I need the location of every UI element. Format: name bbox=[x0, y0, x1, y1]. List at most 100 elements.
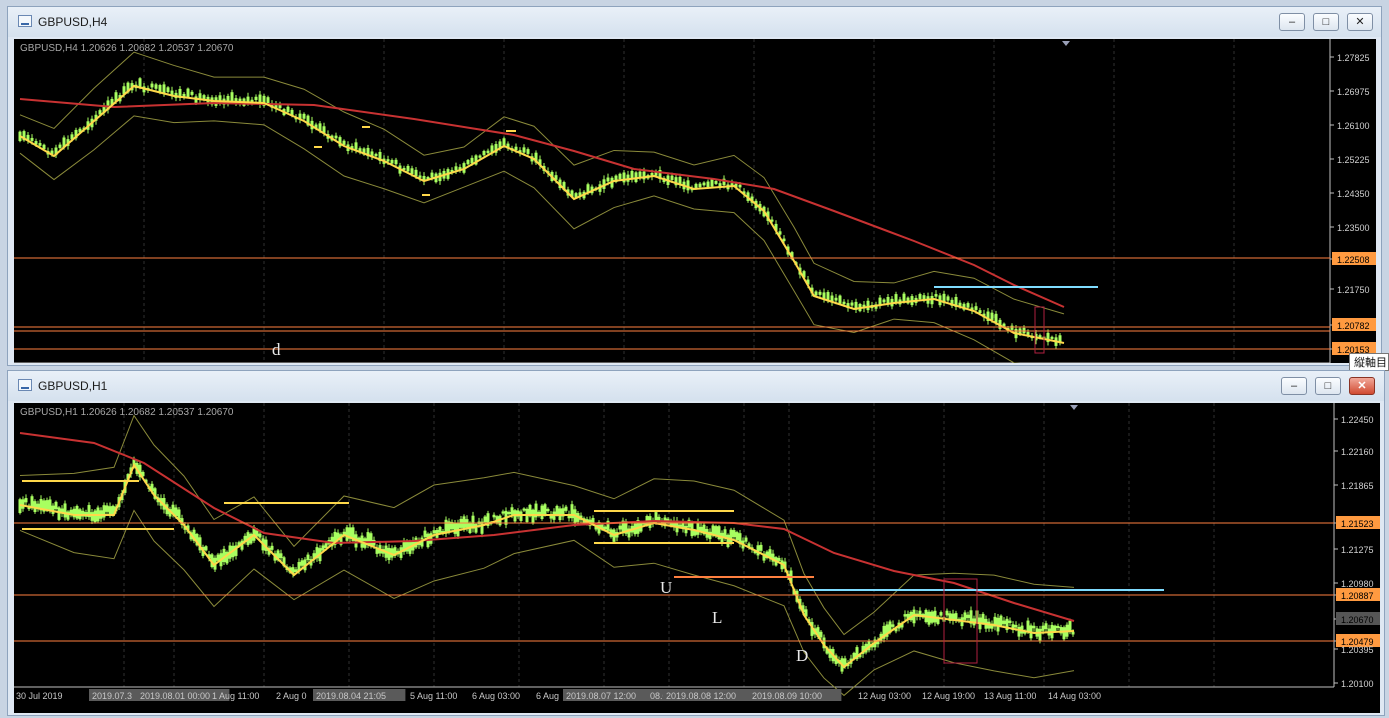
time-tick-label: 30 Jul 2019 bbox=[16, 691, 63, 701]
close-button[interactable]: ✕ bbox=[1349, 377, 1375, 395]
price-tick-label: 1.26975 bbox=[1337, 87, 1370, 97]
candle-body bbox=[966, 614, 970, 618]
candle-body bbox=[58, 144, 62, 148]
candle-body bbox=[934, 294, 938, 297]
h1-window-title: GBPUSD,H1 bbox=[38, 379, 108, 393]
chart-shift-marker bbox=[1062, 41, 1070, 46]
time-tick-label: 5 Aug 11:00 bbox=[410, 691, 457, 701]
candle-body bbox=[714, 181, 718, 184]
time-tick-label: 12 Aug 03:00 bbox=[858, 691, 911, 701]
candle-body bbox=[570, 504, 574, 519]
candle-body bbox=[423, 530, 427, 538]
candle-body bbox=[710, 179, 714, 187]
candle-body bbox=[963, 612, 967, 620]
h4-chart-area[interactable]: GBPUSD,H4 1.20626 1.20682 1.20537 1.2067… bbox=[14, 39, 1376, 363]
candle-body bbox=[514, 146, 518, 151]
candle-body bbox=[258, 533, 262, 538]
candle-body bbox=[75, 505, 79, 519]
candle-body bbox=[386, 159, 390, 162]
maximize-button[interactable]: □ bbox=[1315, 377, 1341, 395]
candle-body bbox=[474, 523, 478, 533]
bollinger-upper bbox=[19, 51, 1065, 315]
time-tick-label: 14 Aug 03:00 bbox=[1048, 691, 1101, 701]
candle-body bbox=[1026, 620, 1030, 632]
vertical-axis-tooltip: 縦軸目 bbox=[1349, 353, 1389, 371]
maximize-button[interactable]: □ bbox=[1313, 13, 1339, 31]
candle-body bbox=[345, 527, 349, 541]
h4-chart-window[interactable]: GBPUSD,H4 – □ ✕ GBPUSD,H4 1.20626 1.2068… bbox=[7, 6, 1382, 366]
h4-price-chart[interactable]: 1.27825 1.26975 1.26100 1.25225 1.24350 1.235… bbox=[14, 39, 1376, 363]
candle-body bbox=[1010, 325, 1014, 330]
price-tick-label: 1.24350 bbox=[1337, 189, 1370, 199]
candle-body bbox=[410, 168, 414, 175]
candle-body bbox=[842, 301, 846, 305]
time-tick-label: 6 Aug bbox=[536, 691, 559, 701]
candle-body bbox=[974, 306, 978, 310]
candle-body bbox=[994, 313, 998, 323]
candle-body bbox=[818, 291, 822, 295]
chart-shift-marker bbox=[1070, 405, 1078, 410]
candle-body bbox=[891, 624, 895, 627]
close-button[interactable]: ✕ bbox=[1347, 13, 1373, 31]
candle-body bbox=[1038, 628, 1042, 641]
minimize-button[interactable]: – bbox=[1281, 377, 1307, 395]
time-tick-label: 2019.08.09 10:00 bbox=[752, 691, 822, 701]
candle-body bbox=[946, 296, 950, 301]
time-tick-label: 12 Aug 19:00 bbox=[922, 691, 975, 701]
candle-body bbox=[279, 553, 283, 559]
bollinger-upper bbox=[19, 414, 1075, 636]
candle-body bbox=[510, 507, 514, 515]
price-tick-label: 1.27825 bbox=[1337, 53, 1370, 63]
candle-body bbox=[838, 295, 842, 304]
candle-body bbox=[744, 537, 748, 542]
candle-body bbox=[729, 529, 733, 544]
fast-moving-average bbox=[19, 462, 1075, 669]
h4-titlebar[interactable]: GBPUSD,H4 – □ ✕ bbox=[8, 7, 1381, 37]
candle-body bbox=[454, 166, 458, 171]
candle-body bbox=[1053, 625, 1057, 632]
h1-price-chart[interactable]: 1.22450 1.22160 1.21865 1.21523 1.21275 1.209… bbox=[14, 403, 1380, 713]
candle-body bbox=[324, 543, 328, 548]
h1-chart-window[interactable]: GBPUSD,H1 – □ ✕ GBPUSD,H1 1.20626 1.2068… bbox=[7, 370, 1385, 716]
candle-body bbox=[63, 503, 67, 518]
candle-body bbox=[702, 182, 706, 186]
price-tick-label: 1.21750 bbox=[1337, 285, 1370, 295]
candle-body bbox=[246, 96, 250, 102]
candle-body bbox=[57, 507, 61, 520]
candle-body bbox=[814, 291, 818, 296]
candle-body bbox=[45, 500, 49, 510]
candle-body bbox=[453, 522, 457, 534]
h1-chart-area[interactable]: GBPUSD,H1 1.20626 1.20682 1.20537 1.2067… bbox=[14, 403, 1380, 713]
price-tick-label: 1.22450 bbox=[1341, 415, 1374, 425]
candle-body bbox=[108, 506, 112, 515]
candle-body bbox=[166, 87, 170, 93]
price-tick-label: 1.22508 bbox=[1337, 255, 1370, 265]
candle-body bbox=[850, 302, 854, 306]
chart-annotation: d bbox=[272, 340, 281, 359]
candle-body bbox=[686, 180, 690, 191]
candle-body bbox=[918, 294, 922, 300]
minimize-button[interactable]: – bbox=[1279, 13, 1305, 31]
candle-body bbox=[540, 505, 544, 520]
candle-body bbox=[21, 499, 25, 509]
candle-body bbox=[51, 505, 55, 514]
candle-body bbox=[30, 137, 34, 141]
candle-body bbox=[480, 521, 484, 534]
candle-body bbox=[286, 106, 290, 113]
candle-body bbox=[638, 171, 642, 178]
candle-body bbox=[738, 184, 742, 188]
h1-titlebar[interactable]: GBPUSD,H1 – □ ✕ bbox=[8, 371, 1384, 401]
candle-body bbox=[38, 143, 42, 146]
candle-body bbox=[478, 155, 482, 158]
candle-body bbox=[670, 175, 674, 180]
candle-body bbox=[945, 610, 949, 616]
candle-body bbox=[93, 510, 97, 523]
candle-body bbox=[903, 614, 907, 617]
price-tick-label: 1.20395 bbox=[1341, 645, 1374, 655]
candle-body bbox=[438, 526, 442, 533]
candle-body bbox=[254, 96, 258, 100]
candle-body bbox=[822, 292, 826, 299]
candle-body bbox=[430, 172, 434, 178]
bollinger-lower bbox=[19, 509, 1075, 697]
fast-moving-average bbox=[19, 84, 1065, 344]
